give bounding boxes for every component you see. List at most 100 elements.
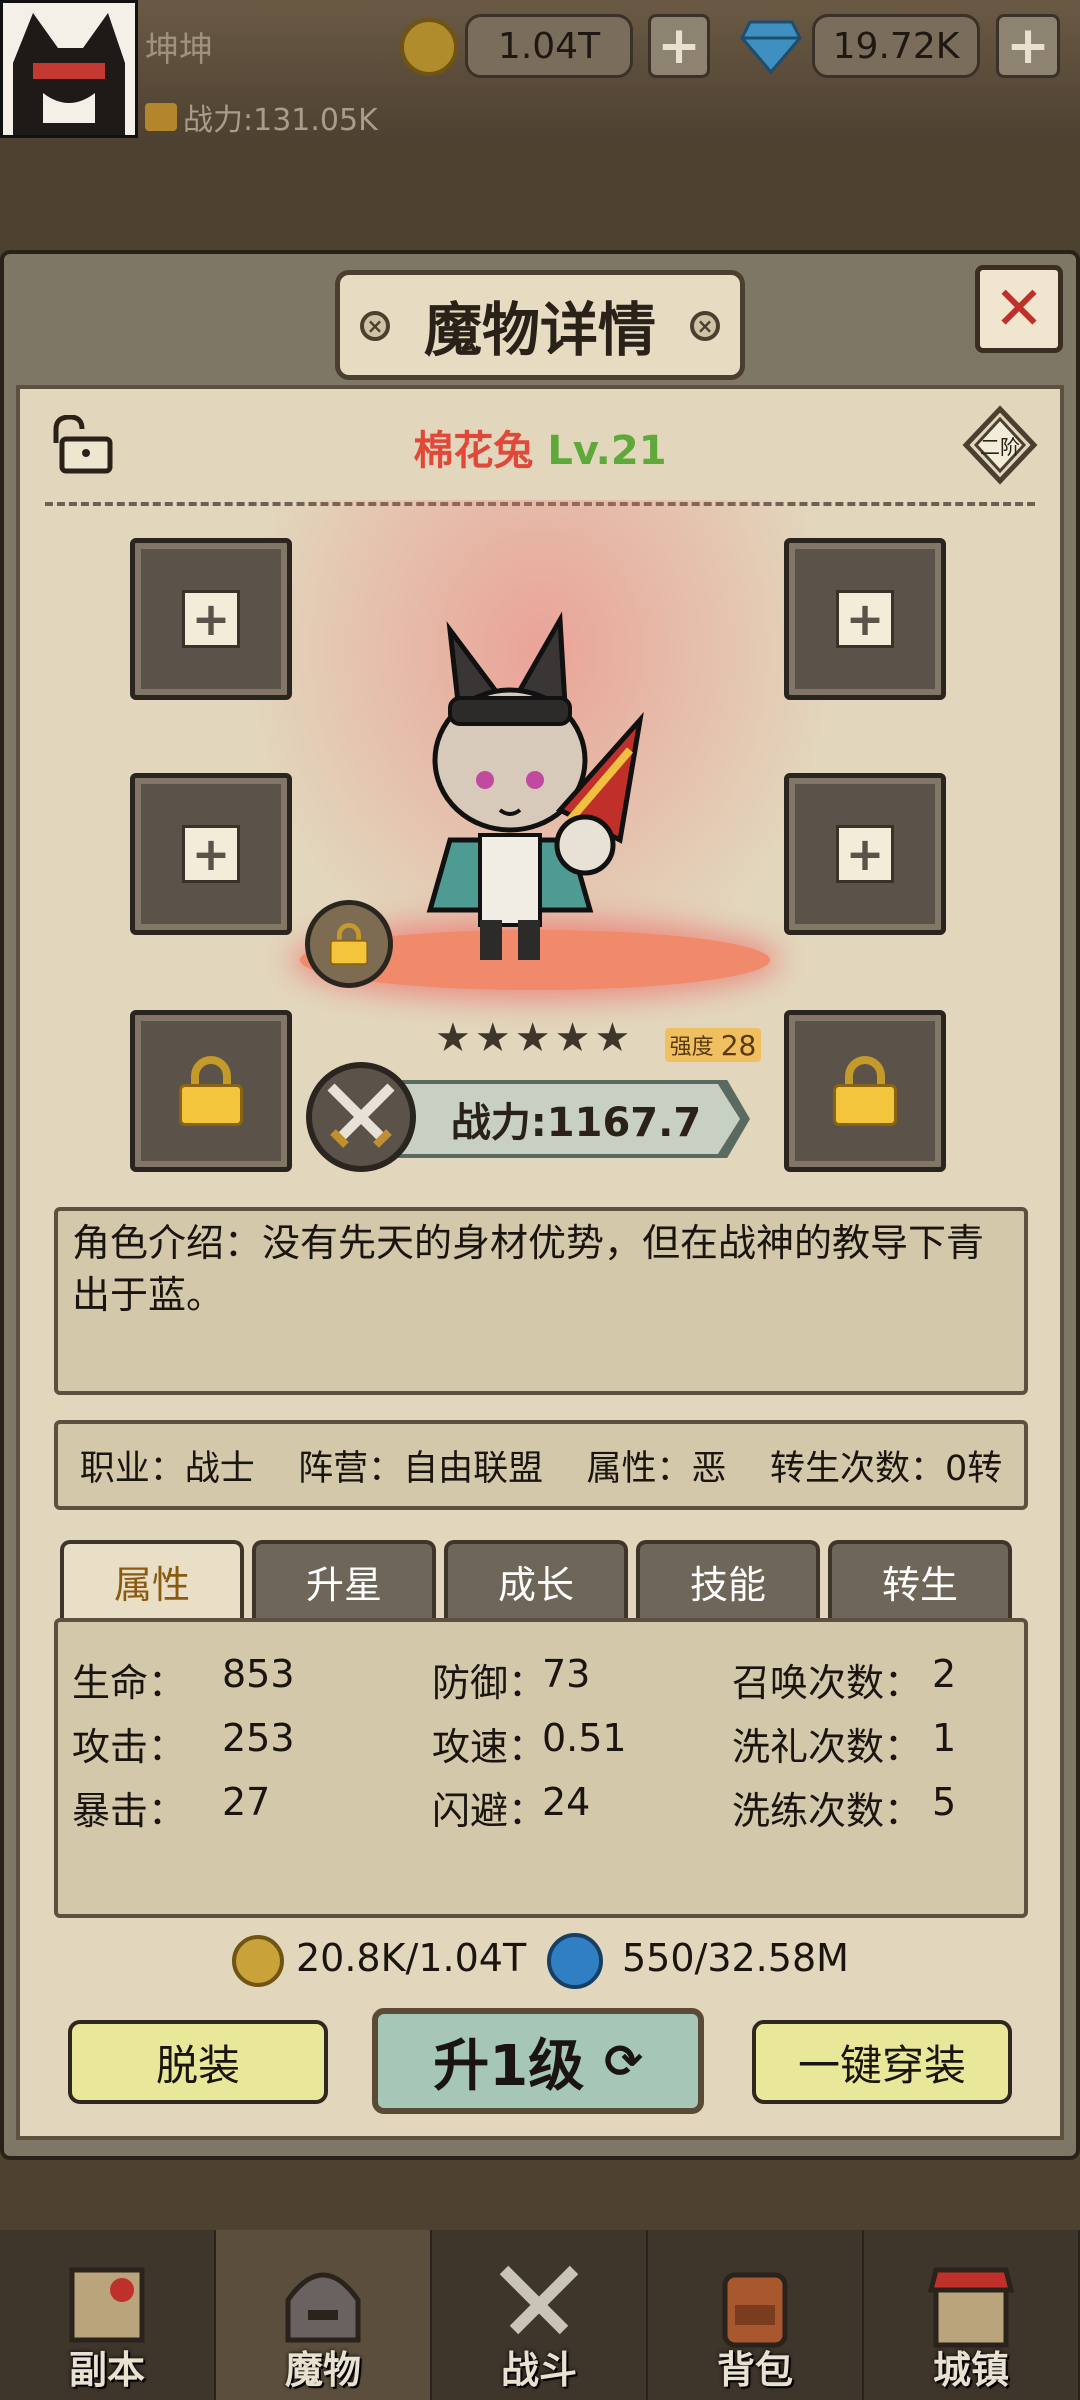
stats-panel: 生命： 853 防御： 73 召唤次数： 2 攻击： 253 攻速： 0.51 洗礼次数： 1 暴击： 2… — [54, 1618, 1028, 1918]
stat-value: 73 — [542, 1652, 591, 1696]
lock-icon — [179, 1056, 243, 1126]
player-avatar[interactable] — [0, 0, 138, 138]
level-up-button[interactable]: 升1级 ⟳ — [372, 2008, 704, 2114]
player-power: 战力:131.05K — [145, 95, 378, 139]
faction-info: 阵营：自由联盟 — [298, 1448, 544, 1489]
star-icon: ★ — [435, 1015, 471, 1061]
cat-face-icon — [3, 3, 135, 135]
stat-label: 生命： — [72, 1661, 187, 1705]
stat-label: 攻速： — [432, 1725, 547, 1769]
refresh-icon: ⟳ — [604, 2034, 643, 2088]
star-icon: ★ — [514, 1015, 551, 1061]
stat-value: 253 — [222, 1716, 295, 1760]
monster-name: 棉花兔 — [413, 428, 534, 474]
crossed-swords-icon — [306, 1062, 416, 1172]
add-diamond-button[interactable]: + — [996, 14, 1060, 78]
rebirth-info: 转生次数：0转 — [769, 1448, 1003, 1489]
stat-value: 24 — [542, 1780, 591, 1824]
nav-battle[interactable]: 战斗 — [432, 2230, 648, 2400]
equip-slot-4[interactable]: + — [784, 773, 946, 935]
gold-amount: 1.04T — [465, 14, 633, 78]
cotton-bunny-icon — [426, 611, 644, 960]
diamond-amount: 19.72K — [812, 14, 980, 78]
nav-dungeon[interactable]: 副本 — [0, 2230, 216, 2400]
strength-label: 强度 — [669, 1035, 714, 1060]
add-equip-icon: + — [836, 590, 894, 648]
essence-icon — [547, 1933, 603, 1989]
stat-label: 防御： — [432, 1661, 547, 1705]
monster-portrait — [410, 610, 680, 970]
detail-tabs: 属性 升星 成长 技能 转生 — [60, 1540, 1016, 1618]
equip-slot-3[interactable]: + — [130, 773, 292, 935]
panel-title-banner: × 魔物详情 × — [335, 270, 745, 380]
stat-label: 洗练次数： — [732, 1789, 923, 1833]
banner-bolt-icon: × — [360, 311, 390, 341]
attribute-info: 属性：恶 — [586, 1448, 727, 1489]
stat-value: 5 — [932, 1780, 957, 1824]
stat-label: 召唤次数： — [732, 1661, 923, 1705]
monster-title: 棉花兔 Lv.21 — [0, 418, 1080, 476]
stat-value: 0.51 — [542, 1716, 627, 1760]
shop-building-icon — [927, 2267, 1015, 2348]
stage-badge-label: 二阶 — [980, 435, 1020, 459]
gold-cost: 20.8K/1.04T — [296, 1936, 527, 1980]
stat-value: 2 — [932, 1652, 957, 1696]
stat-value: 27 — [222, 1780, 271, 1824]
panel-title: 魔物详情 — [423, 296, 656, 364]
strength-value: 28 — [720, 1028, 757, 1062]
star-icon: ★ — [554, 1015, 591, 1061]
star-rating: ★ ★ ★ ★ ★ — [435, 1018, 630, 1058]
nav-backpack[interactable]: 背包 — [648, 2230, 864, 2400]
equip-slot-locked-1[interactable] — [130, 1010, 292, 1172]
stat-value: 1 — [932, 1716, 957, 1760]
equip-slot-1[interactable]: + — [130, 538, 292, 700]
stat-label: 暴击： — [72, 1789, 187, 1833]
stat-label: 闪避： — [432, 1789, 547, 1833]
player-power-label: 战力:131.05K — [183, 103, 378, 138]
lock-icon — [329, 923, 369, 965]
tab-rebirth[interactable]: 转生 — [828, 1540, 1012, 1618]
equip-slot-locked-2[interactable] — [784, 1010, 946, 1172]
tab-skills[interactable]: 技能 — [636, 1540, 820, 1618]
equip-all-button[interactable]: 一键穿装 — [752, 2020, 1012, 2104]
star-icon: ★ — [594, 1015, 631, 1061]
player-name: 坤坤 — [145, 30, 213, 70]
banner-bolt-icon: × — [690, 311, 720, 341]
star-icon: ★ — [474, 1015, 511, 1061]
essence-cost: 550/32.58M — [622, 1936, 849, 1980]
nav-town[interactable]: 城镇 — [864, 2230, 1080, 2400]
stage-badge: 二阶 — [960, 405, 1040, 485]
lock-icon — [833, 1056, 897, 1126]
monster-level: Lv.21 — [547, 428, 667, 474]
add-equip-icon: + — [182, 825, 240, 883]
monster-description: 角色介绍：没有先天的身材优势，但在战神的教导下青出于蓝。 — [54, 1207, 1028, 1395]
equip-slot-2[interactable]: + — [784, 538, 946, 700]
nav-monster[interactable]: 魔物 — [216, 2230, 432, 2400]
stat-value: 853 — [222, 1652, 295, 1696]
close-button[interactable]: ✕ — [975, 265, 1063, 353]
level-up-label: 升1级 — [433, 2033, 585, 2099]
monster-helmet-icon — [285, 2272, 361, 2343]
gold-coin-icon — [232, 1935, 284, 1987]
nav-town-label: 城镇 — [932, 2348, 1009, 2392]
add-gold-button[interactable]: + — [648, 14, 710, 78]
tab-attributes[interactable]: 属性 — [60, 1540, 244, 1618]
nav-monster-label: 魔物 — [284, 2348, 361, 2392]
nav-battle-label: 战斗 — [500, 2348, 577, 2392]
nav-dungeon-label: 副本 — [68, 2348, 145, 2392]
stat-label: 攻击： — [72, 1725, 187, 1769]
skin-lock-button[interactable] — [305, 900, 393, 988]
combat-power: 战力:1167.7 — [372, 1084, 740, 1154]
diamond-icon — [740, 18, 802, 76]
add-equip-icon: + — [836, 825, 894, 883]
power-icon — [145, 103, 177, 131]
gold-coin-icon — [400, 18, 458, 76]
job-info: 职业：战士 — [79, 1448, 255, 1489]
crossed-swords-icon — [499, 2265, 579, 2335]
strength-badge: 强度 28 — [665, 1028, 761, 1062]
tab-star-up[interactable]: 升星 — [252, 1540, 436, 1618]
add-equip-icon: + — [182, 590, 240, 648]
tab-growth[interactable]: 成长 — [444, 1540, 628, 1618]
unequip-button[interactable]: 脱装 — [68, 2020, 328, 2104]
map-scroll-icon — [69, 2267, 145, 2343]
